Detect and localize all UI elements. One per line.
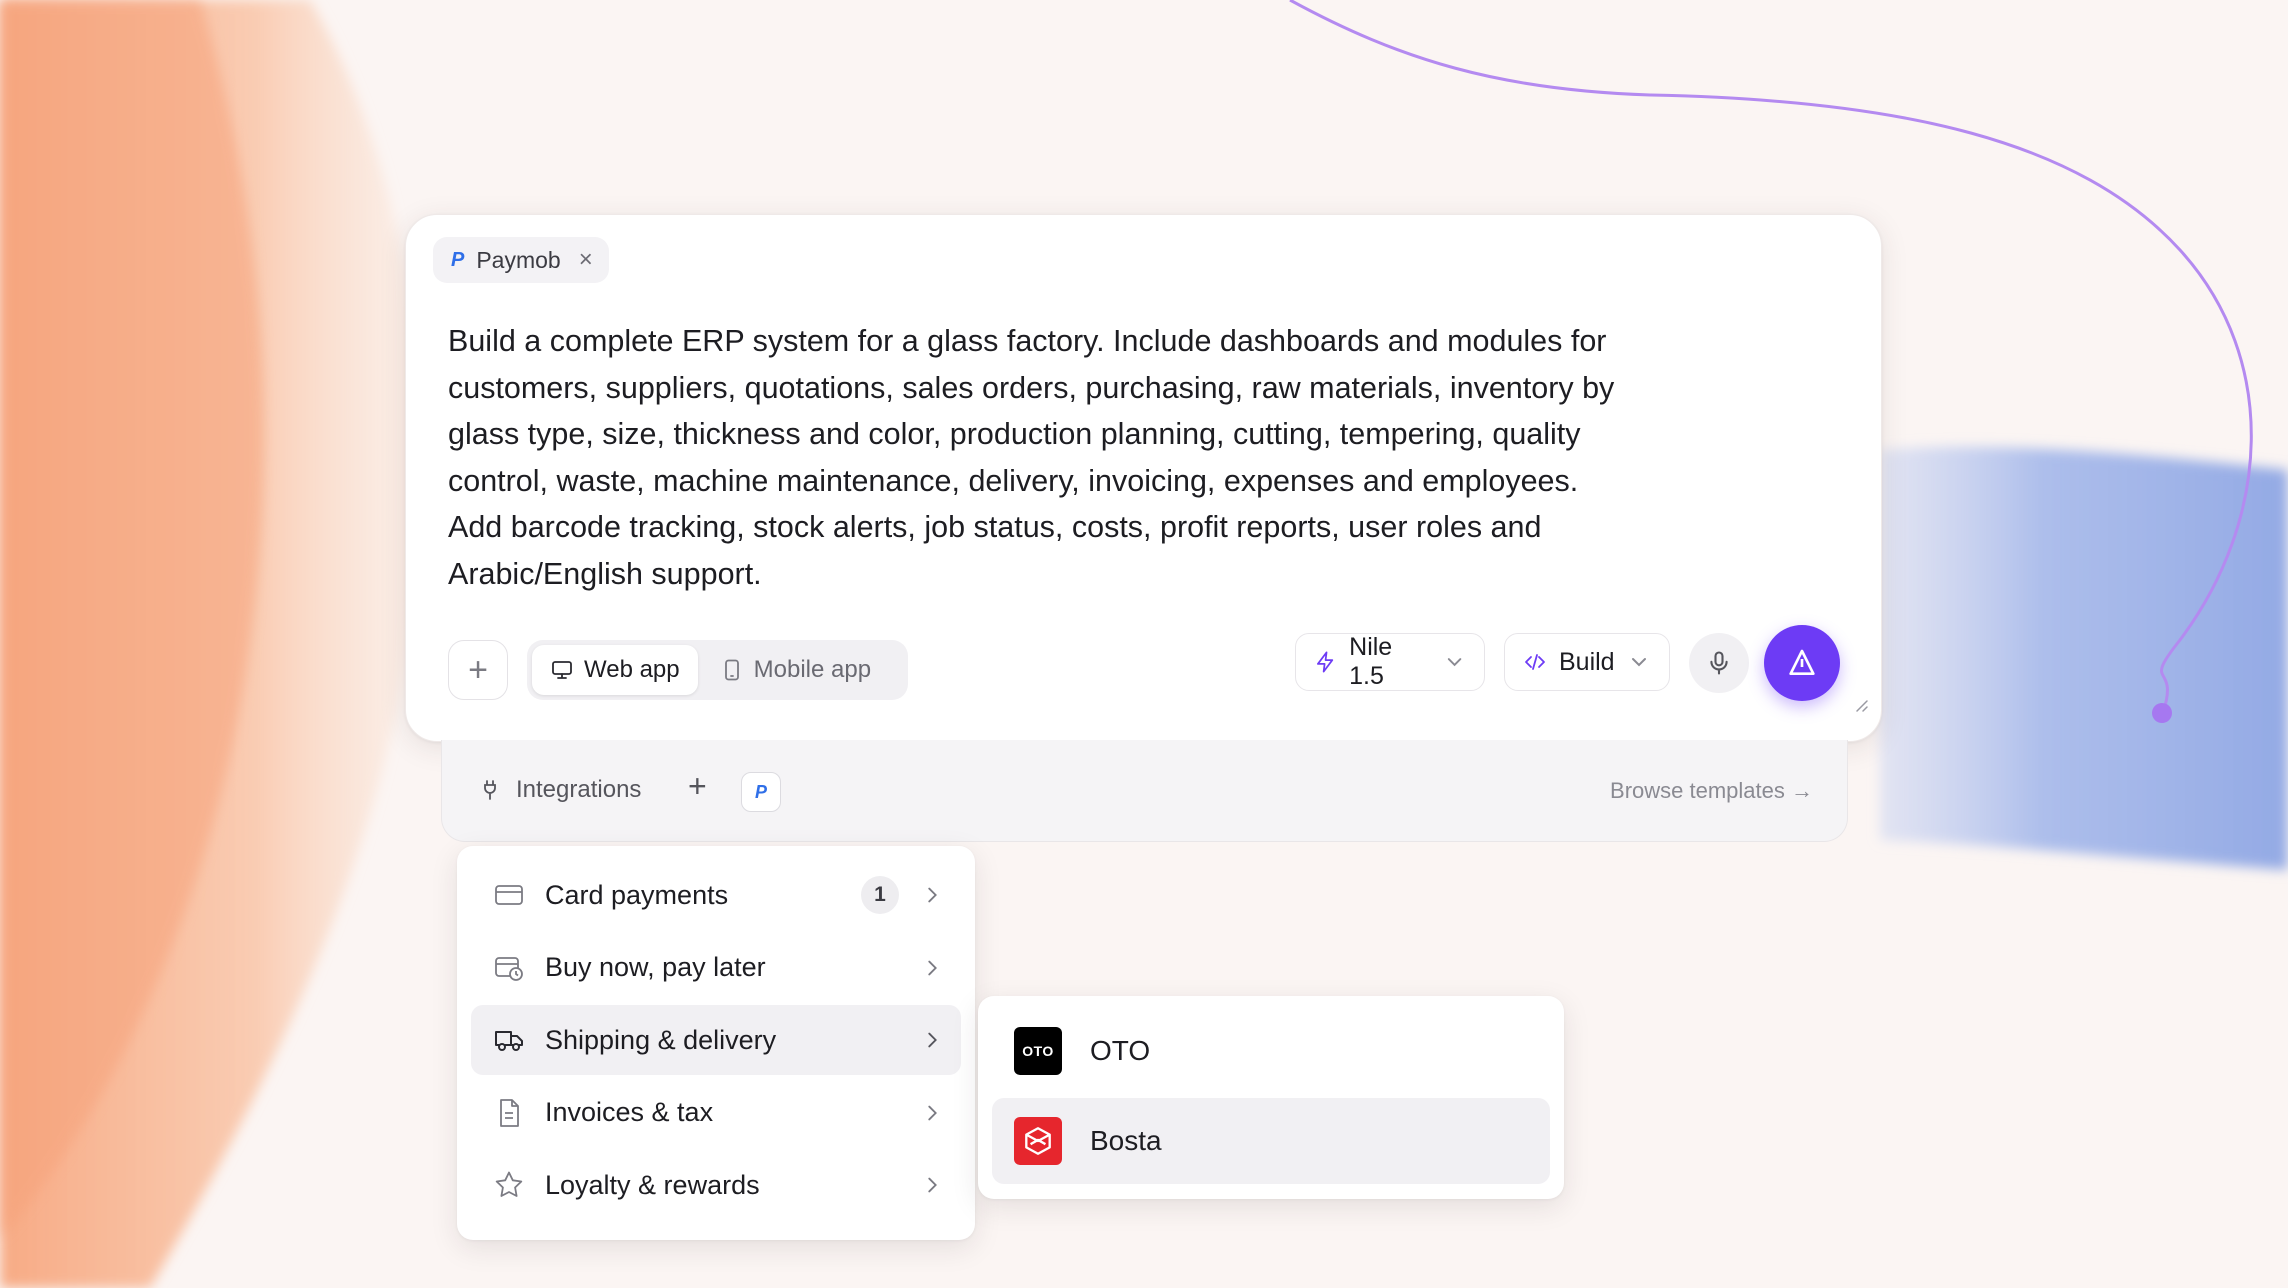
paymob-chip[interactable]: P Paymob × bbox=[433, 237, 609, 283]
chevron-down-icon bbox=[1632, 658, 1646, 667]
microphone-icon bbox=[1710, 651, 1728, 675]
web-app-option[interactable]: Web app bbox=[532, 645, 698, 695]
menu-item-label: Invoices & tax bbox=[545, 1097, 714, 1127]
document-icon bbox=[500, 1098, 519, 1127]
monitor-icon bbox=[552, 661, 572, 679]
send-icon bbox=[1789, 649, 1815, 675]
integrations-button[interactable]: Integrations bbox=[478, 776, 641, 804]
count-badge: 1 bbox=[861, 876, 899, 914]
mobile-app-label: Mobile app bbox=[753, 656, 872, 683]
shipping-provider-submenu: OTO OTO Bosta bbox=[978, 996, 1564, 1199]
model-dropdown[interactable]: Nile 1.5 bbox=[1295, 633, 1485, 691]
prompt-input[interactable]: Build a complete ERP system for a glass … bbox=[448, 318, 1618, 597]
mobile-app-option[interactable]: Mobile app bbox=[702, 645, 889, 695]
integration-category-menu: Card payments 1 Buy now, pay later Shipp… bbox=[457, 846, 975, 1240]
star-icon bbox=[495, 1171, 523, 1197]
chevron-right-icon bbox=[928, 1105, 937, 1120]
microphone-button[interactable] bbox=[1689, 633, 1749, 693]
plug-icon bbox=[484, 780, 496, 800]
bosta-logo-icon bbox=[1014, 1117, 1062, 1165]
phone-icon bbox=[724, 659, 739, 681]
submenu-item-label: OTO bbox=[1090, 1035, 1151, 1066]
truck-icon bbox=[495, 1031, 523, 1051]
app-type-toggle: Web app Mobile app bbox=[527, 640, 908, 700]
menu-item-invoices-tax[interactable]: Invoices & tax bbox=[471, 1078, 961, 1148]
oto-logo-icon: OTO bbox=[1014, 1027, 1062, 1075]
menu-item-label: Shipping & delivery bbox=[545, 1024, 777, 1055]
add-integration-button[interactable]: + bbox=[688, 768, 707, 805]
integrations-label: Integrations bbox=[516, 776, 642, 803]
chevron-right-icon bbox=[928, 887, 937, 903]
prompt-card: P Paymob × Build a complete ERP system f… bbox=[405, 214, 1882, 742]
paymob-logo-icon: P bbox=[754, 781, 767, 802]
mode-label: Build bbox=[1559, 647, 1615, 676]
paymob-chip-label: Paymob bbox=[476, 246, 561, 273]
lightning-icon bbox=[1316, 651, 1334, 673]
menu-item-card-payments[interactable]: Card payments 1 bbox=[471, 860, 961, 930]
send-button[interactable] bbox=[1764, 625, 1840, 701]
close-icon[interactable]: × bbox=[579, 248, 593, 272]
calendar-clock-icon bbox=[495, 956, 523, 981]
integrations-bar: Integrations + P Browse templates → bbox=[441, 740, 1848, 842]
chevron-right-icon bbox=[928, 1177, 937, 1193]
resize-handle-icon[interactable] bbox=[1851, 695, 1869, 713]
code-icon bbox=[1525, 654, 1545, 670]
add-attachment-button[interactable]: + bbox=[448, 640, 508, 700]
submenu-item-oto[interactable]: OTO OTO bbox=[992, 1008, 1550, 1094]
menu-item-loyalty-rewards[interactable]: Loyalty & rewards bbox=[471, 1150, 961, 1220]
chevron-right-icon bbox=[928, 1032, 937, 1048]
web-app-label: Web app bbox=[584, 656, 680, 683]
menu-item-shipping-delivery[interactable]: Shipping & delivery bbox=[471, 1005, 961, 1075]
menu-item-label: Card payments bbox=[545, 879, 729, 910]
chevron-right-icon bbox=[928, 960, 937, 975]
menu-item-label: Loyalty & rewards bbox=[545, 1169, 760, 1200]
submenu-item-label: Bosta bbox=[1090, 1125, 1162, 1156]
credit-card-icon bbox=[495, 885, 523, 905]
mode-dropdown[interactable]: Build bbox=[1504, 633, 1670, 691]
menu-item-label: Buy now, pay later bbox=[545, 952, 766, 982]
chevron-down-icon bbox=[1447, 658, 1462, 667]
menu-item-buy-now-pay-later[interactable]: Buy now, pay later bbox=[471, 933, 961, 1003]
model-label: Nile 1.5 bbox=[1349, 633, 1393, 690]
paymob-integration[interactable]: P bbox=[741, 772, 781, 812]
paymob-logo-icon: P bbox=[451, 248, 465, 271]
browse-templates-link[interactable]: Browse templates → bbox=[1610, 778, 1813, 804]
submenu-item-bosta[interactable]: Bosta bbox=[992, 1098, 1550, 1184]
